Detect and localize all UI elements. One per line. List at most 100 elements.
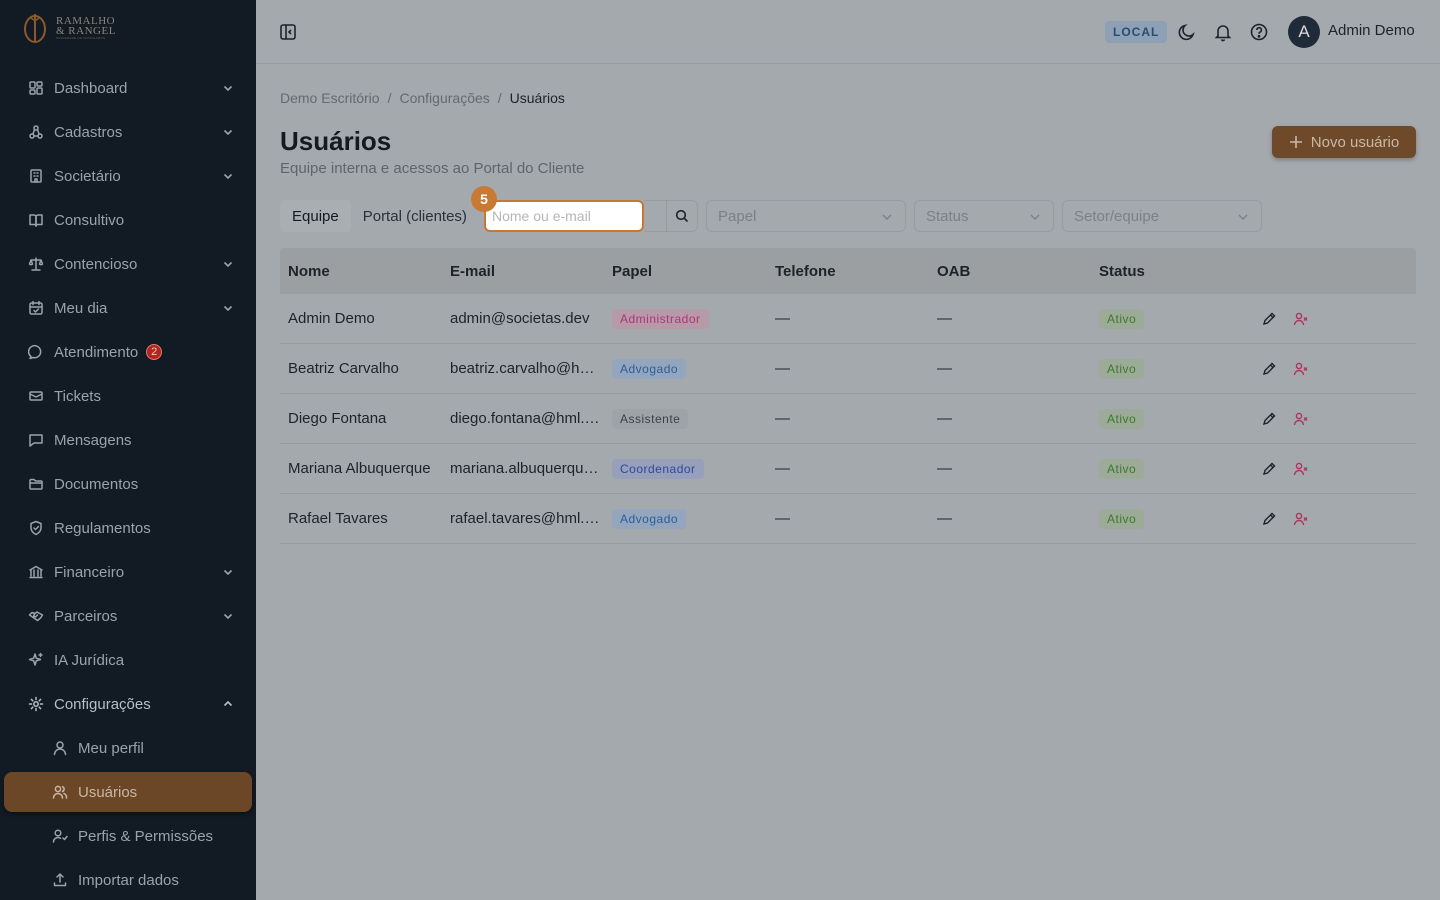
sidebar-toggle-icon[interactable] <box>278 22 298 42</box>
sidebar-subitem-label: Perfis & Permissões <box>78 827 214 845</box>
sidebar-item-dashboard[interactable]: Dashboard <box>0 66 256 110</box>
role-filter-select[interactable]: Papel <box>706 200 906 232</box>
sidebar-item-mensagens[interactable]: Mensagens <box>0 418 256 462</box>
message-icon <box>28 432 44 448</box>
edit-icon[interactable] <box>1261 411 1277 427</box>
deactivate-user-icon[interactable] <box>1293 311 1309 327</box>
deactivate-user-icon[interactable] <box>1293 461 1309 477</box>
user-phone-cell: — <box>775 410 790 427</box>
user-key-icon <box>52 828 68 844</box>
search-input-extension[interactable] <box>644 200 666 232</box>
sidebar-item-label: Cadastros <box>54 123 123 141</box>
chevron-down-icon[interactable] <box>222 125 234 137</box>
chevron-down-icon[interactable] <box>222 257 234 269</box>
sidebar-item-contencioso[interactable]: Contencioso <box>0 242 256 286</box>
new-user-label: Novo usuário <box>1310 133 1400 151</box>
new-user-button[interactable]: Novo usuário <box>1272 126 1416 158</box>
sidebar-item-meu-dia[interactable]: Meu dia <box>0 286 256 330</box>
sidebar-item-financeiro[interactable]: Financeiro <box>0 550 256 594</box>
brand-logo[interactable]: RAMALHO & RANGEL SOCIEDADE DE ADVOGADOS <box>22 12 116 44</box>
user-email-cell: admin@societas.dev <box>450 310 590 327</box>
sidebar-item-tickets[interactable]: Tickets <box>0 374 256 418</box>
avatar[interactable]: A <box>1288 16 1320 48</box>
sidebar-item-atendimento[interactable]: Atendimento 2 <box>0 330 256 374</box>
sidebar-item-societario[interactable]: Societário <box>0 154 256 198</box>
search-icon <box>675 209 689 223</box>
status-badge: Ativo <box>1099 358 1145 379</box>
sidebar-item-parceiros[interactable]: Parceiros <box>0 594 256 638</box>
column-header-phone[interactable]: Telefone <box>767 263 929 280</box>
search-input[interactable] <box>484 200 644 232</box>
chevron-up-icon[interactable] <box>222 697 234 709</box>
deactivate-user-icon[interactable] <box>1293 511 1309 527</box>
column-header-oab[interactable]: OAB <box>929 263 1091 280</box>
row-actions <box>1253 311 1416 327</box>
user-role-cell: Coordenador <box>604 458 767 479</box>
handshake-icon <box>28 608 44 624</box>
sidebar-item-configuracoes[interactable]: Configurações <box>0 682 256 726</box>
sidebar-item-regulamentos[interactable]: Regulamentos <box>0 506 256 550</box>
row-actions <box>1253 411 1416 427</box>
sidebar-item-cadastros[interactable]: Cadastros <box>0 110 256 154</box>
status-filter-value: Status <box>926 207 969 225</box>
breadcrumb-item[interactable]: Demo Escritório <box>280 90 380 106</box>
role-badge: Administrador <box>612 308 709 329</box>
column-header-email[interactable]: E-mail <box>442 263 604 280</box>
edit-icon[interactable] <box>1261 461 1277 477</box>
table-row[interactable]: Admin Demo admin@societas.dev Administrado… <box>280 294 1416 344</box>
team-filter-select[interactable]: Setor/equipe <box>1062 200 1262 232</box>
search-button[interactable] <box>666 200 698 232</box>
step-badge: 5 <box>471 186 497 212</box>
row-actions <box>1253 511 1416 527</box>
user-name[interactable]: Admin Demo <box>1328 22 1415 39</box>
chevron-down-icon[interactable] <box>222 301 234 313</box>
chevron-down-icon[interactable] <box>222 609 234 621</box>
sidebar: RAMALHO & RANGEL SOCIEDADE DE ADVOGADOS … <box>0 0 256 900</box>
column-header-role[interactable]: Papel <box>604 263 767 280</box>
sidebar-item-documentos[interactable]: Documentos <box>0 462 256 506</box>
user-name-cell: Admin Demo <box>288 310 375 327</box>
table-row[interactable]: Rafael Tavares rafael.tavares@hml.dev Advo… <box>280 494 1416 544</box>
breadcrumb-current: Usuários <box>509 90 565 106</box>
deactivate-user-icon[interactable] <box>1293 411 1309 427</box>
sidebar-item-label: Mensagens <box>54 431 132 449</box>
chevron-down-icon[interactable] <box>222 169 234 181</box>
user-email-cell: rafael.tavares@hml.dev <box>450 510 604 527</box>
sidebar-subitem-importar-dados[interactable]: Importar dados <box>0 858 256 900</box>
sidebar-subitem-perfis-permissoes[interactable]: Perfis & Permissões <box>0 814 256 858</box>
edit-icon[interactable] <box>1261 311 1277 327</box>
shield-icon <box>28 520 44 536</box>
breadcrumb: Demo Escritório / Configurações / Usuári… <box>280 90 565 106</box>
sidebar-item-label: Dashboard <box>54 79 128 97</box>
sidebar-item-ia-juridica[interactable]: IA Jurídica <box>0 638 256 682</box>
chevron-down-icon[interactable] <box>222 565 234 577</box>
chevron-down-icon[interactable] <box>222 81 234 93</box>
help-icon[interactable] <box>1249 22 1269 42</box>
bell-icon[interactable] <box>1213 22 1233 42</box>
tab-equipe[interactable]: Equipe <box>280 200 351 232</box>
sidebar-item-label: Documentos <box>54 475 139 493</box>
role-badge: Advogado <box>612 358 687 379</box>
sidebar-item-consultivo[interactable]: Consultivo <box>0 198 256 242</box>
sidebar-nav: Dashboard Cadastros Societário Consultivo Co… <box>0 66 256 900</box>
table-row[interactable]: Diego Fontana diego.fontana@hml.dev Assist… <box>280 394 1416 444</box>
tab-portal-clientes[interactable]: Portal (clientes) <box>351 200 479 232</box>
column-header-status[interactable]: Status <box>1091 263 1253 280</box>
sidebar-item-label: Financeiro <box>54 563 125 581</box>
status-filter-select[interactable]: Status <box>914 200 1054 232</box>
user-phone-cell: — <box>775 510 790 527</box>
sidebar-subitem-label: Meu perfil <box>78 739 144 757</box>
sidebar-subitem-label: Usuários <box>78 783 138 801</box>
breadcrumb-item[interactable]: Configurações <box>399 90 489 106</box>
deactivate-user-icon[interactable] <box>1293 361 1309 377</box>
sidebar-subitem-meu-perfil[interactable]: Meu perfil <box>0 726 256 770</box>
table-row[interactable]: Beatriz Carvalho beatriz.carvalho@hml.dev… <box>280 344 1416 394</box>
user-name-cell: Rafael Tavares <box>288 510 388 527</box>
edit-icon[interactable] <box>1261 511 1277 527</box>
dark-mode-icon[interactable] <box>1177 22 1197 42</box>
sidebar-subitem-usuarios[interactable]: Usuários <box>4 772 252 812</box>
edit-icon[interactable] <box>1261 361 1277 377</box>
chevron-down-icon <box>882 214 892 220</box>
table-row[interactable]: Mariana Albuquerque mariana.albuquerque@h… <box>280 444 1416 494</box>
column-header-name[interactable]: Nome <box>280 263 442 280</box>
